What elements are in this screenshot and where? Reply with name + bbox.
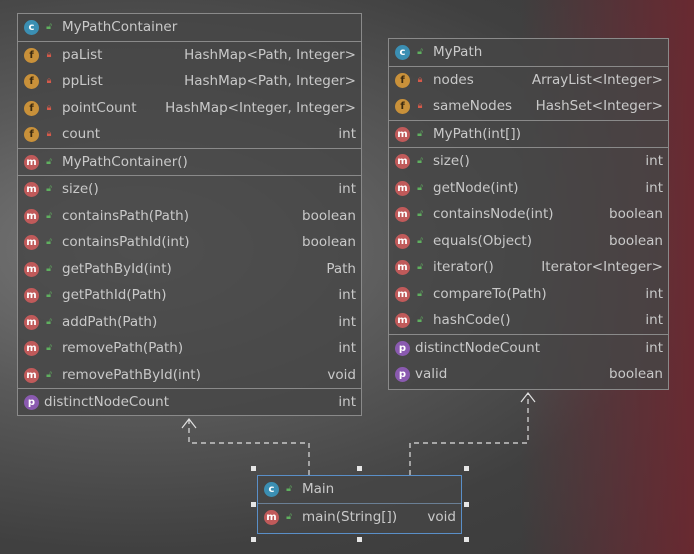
dependency-line-path [409,394,529,475]
unlock-icon: 🔓︎ [286,484,292,494]
method-icon: m [264,509,279,525]
selection-handle[interactable] [464,466,469,471]
dependency-links [181,392,536,475]
class-icon: c [264,482,279,497]
selection-handle[interactable] [464,537,469,542]
selection-handle[interactable] [251,502,256,507]
selection-handle[interactable] [357,537,362,542]
class-main[interactable]: c 🔓︎ Main m 🔓︎ main(String[]) void [257,475,462,534]
selection-handle[interactable] [357,466,362,471]
dependency-line-container [188,420,310,475]
selection-handle[interactable] [251,537,256,542]
method-type: void [427,508,456,525]
unlock-icon: 🔓︎ [286,511,292,522]
method-row[interactable]: m 🔓︎ main(String[]) void [258,504,461,531]
selection-handle[interactable] [251,466,256,471]
class-title: Main [302,481,335,497]
class-header[interactable]: c 🔓︎ Main [258,476,461,504]
method-name: main(String[]) [302,508,398,525]
selection-handle[interactable] [464,502,469,507]
